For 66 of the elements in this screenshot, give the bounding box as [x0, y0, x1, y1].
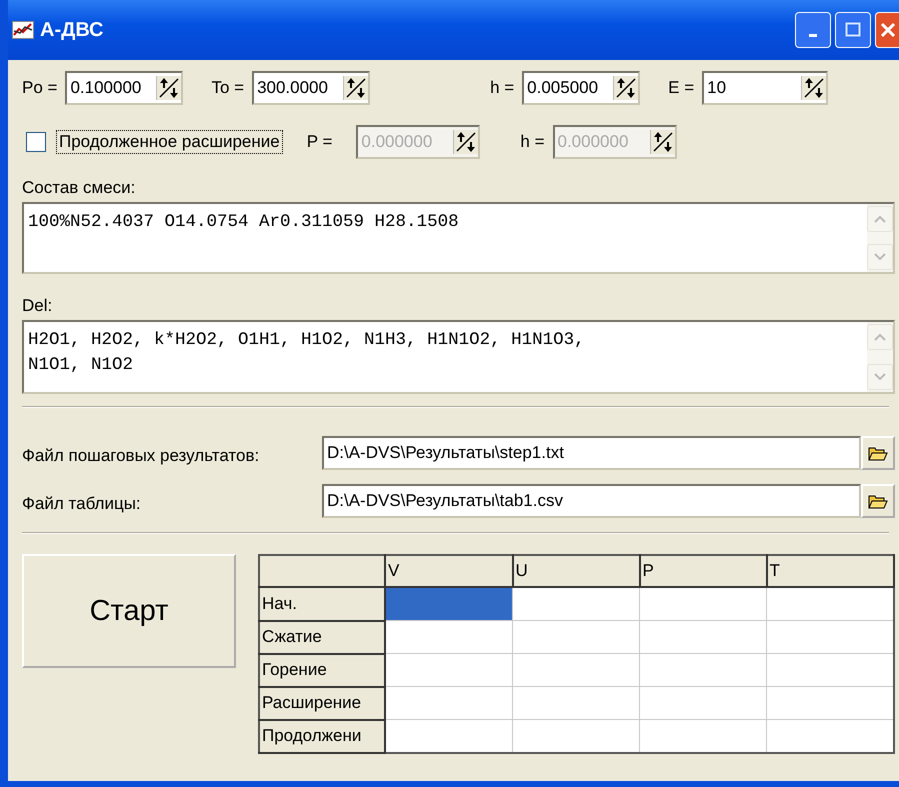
column-header: T: [766, 555, 894, 587]
close-icon: [880, 21, 894, 39]
spin-arrows-icon[interactable]: [343, 76, 368, 100]
spin-arrows-icon[interactable]: [613, 76, 638, 100]
table-cell[interactable]: [640, 654, 766, 686]
table-cell[interactable]: [385, 587, 512, 620]
checkbox-label[interactable]: Продолженное расширение: [56, 130, 283, 154]
field-label: Po =: [22, 78, 58, 98]
table-cell[interactable]: [766, 620, 894, 654]
field-label: E =: [668, 78, 694, 98]
table-cell[interactable]: [766, 686, 894, 720]
row-header: Продолжени: [259, 720, 385, 753]
table-cell[interactable]: [512, 720, 640, 753]
file-path-field[interactable]: D:\A-DVS\Результаты\tab1.csv: [322, 484, 861, 518]
checkbox[interactable]: [26, 132, 46, 152]
chevron-up-icon: [874, 333, 886, 341]
window-title: А-ДВС: [40, 18, 104, 42]
row-header: Расширение: [259, 686, 385, 720]
file-path-field[interactable]: D:\A-DVS\Результаты\step1.txt: [322, 436, 861, 470]
spin-field[interactable]: 300.0000: [252, 71, 370, 105]
column-header: P: [640, 555, 766, 587]
spin-arrows-icon[interactable]: [156, 76, 182, 100]
field-label: P =: [306, 132, 332, 152]
minimize-button[interactable]: [795, 12, 831, 48]
chart-icon: [12, 21, 34, 39]
row-header: Сжатие: [259, 620, 385, 654]
table-cell[interactable]: [640, 720, 766, 753]
maximize-button[interactable]: [835, 12, 871, 48]
table-cell[interactable]: [512, 686, 640, 720]
table-cell[interactable]: [640, 686, 766, 720]
start-button[interactable]: Старт: [22, 554, 236, 668]
spin-field[interactable]: 0.100000: [65, 71, 184, 105]
table-cell[interactable]: [640, 620, 766, 654]
chevron-down-icon: [874, 373, 886, 381]
table-cell[interactable]: [766, 720, 894, 753]
section-label: Del:: [22, 296, 54, 316]
maximize-icon: [845, 22, 861, 38]
row-header: Горение: [259, 654, 385, 686]
field-label: h =: [520, 132, 544, 152]
spin-field[interactable]: 10: [702, 71, 828, 105]
chevron-down-icon: [874, 253, 886, 261]
table-cell[interactable]: [385, 620, 512, 654]
table-cell[interactable]: [385, 686, 512, 720]
spin-field[interactable]: 0.005000: [522, 71, 640, 105]
open-folder-button[interactable]: [861, 436, 895, 470]
field-label: To =: [211, 78, 244, 98]
table-cell[interactable]: [766, 587, 894, 620]
table-cell[interactable]: [512, 654, 640, 686]
table-cell[interactable]: [385, 654, 512, 686]
file-label: Файл пошаговых результатов:: [22, 445, 260, 466]
file-label: Файл таблицы:: [22, 493, 142, 514]
spin-arrows-icon[interactable]: [801, 76, 826, 100]
section-label: Состав смеси:: [22, 178, 136, 198]
open-folder-button[interactable]: [861, 484, 895, 518]
row-header: Нач.: [259, 587, 385, 620]
field-label: h =: [490, 78, 514, 98]
table-cell[interactable]: [766, 654, 894, 686]
minimize-icon: [809, 34, 817, 36]
table-cell[interactable]: [512, 620, 640, 654]
table-cell[interactable]: [385, 720, 512, 753]
table-cell[interactable]: [512, 587, 640, 620]
chevron-up-icon: [874, 215, 886, 223]
close-button[interactable]: [875, 12, 899, 48]
column-header: V: [385, 555, 512, 587]
table-cell[interactable]: [640, 587, 766, 620]
column-header: U: [512, 555, 640, 587]
